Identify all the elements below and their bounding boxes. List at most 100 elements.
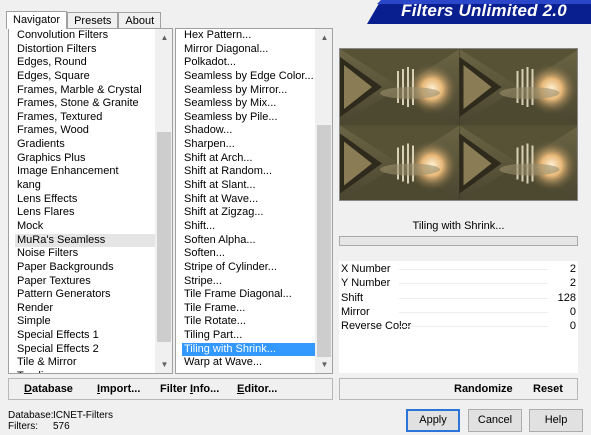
scroll-up-icon[interactable]: ▲ [316, 29, 333, 46]
filter-item[interactable]: Shadow... [176, 124, 315, 138]
category-item[interactable]: Frames, Textured [9, 111, 155, 125]
category-item[interactable]: Frames, Marble & Crystal [9, 84, 155, 98]
filter-item[interactable]: Shift at Slant... [176, 179, 315, 193]
parameter-slider[interactable] [399, 311, 548, 313]
category-item[interactable]: Graphics Plus [9, 152, 155, 166]
category-item[interactable]: Distortion Filters [9, 43, 155, 57]
filter-item[interactable]: Tile Rotate... [176, 315, 315, 329]
preview-artwork [340, 49, 577, 200]
parameter-value: 2 [569, 263, 576, 275]
preview-image [339, 48, 578, 201]
category-item[interactable]: Paper Backgrounds [9, 261, 155, 275]
database-label: Database: [8, 410, 54, 421]
filter-item[interactable]: Seamless by Edge Color... [176, 70, 315, 84]
parameter-value: 0 [569, 305, 576, 318]
category-item[interactable]: Edges, Square [9, 70, 155, 84]
editor-button[interactable]: Editor... [237, 383, 277, 395]
parameter-row[interactable]: Shift 128 [339, 291, 578, 305]
filter-item[interactable]: Warp at Wave... [176, 356, 315, 370]
category-item[interactable]: Special Effects 1 [9, 329, 155, 343]
filter-item[interactable]: Stripe... [176, 275, 315, 289]
filter-item[interactable]: Polkadot... [176, 56, 315, 70]
category-items: Convolution Filters Distortion Filters Edg… [9, 29, 155, 373]
filter-item[interactable]: Hex Pattern... [176, 29, 315, 43]
filter-item[interactable]: Tile Frame... [176, 302, 315, 316]
scroll-thumb[interactable] [317, 125, 331, 357]
filter-info-button[interactable]: Filter Info... [160, 383, 219, 395]
tab-bar: Navigator Presets About [6, 10, 162, 29]
parameter-name: X Number [341, 263, 391, 275]
category-item[interactable]: Mock [9, 220, 155, 234]
filter-item[interactable]: Stripe of Cylinder... [176, 261, 315, 275]
category-item[interactable]: Simple [9, 315, 155, 329]
filter-item[interactable]: Shift... [176, 220, 315, 234]
category-item[interactable]: Lens Effects [9, 193, 155, 207]
category-item[interactable]: Render [9, 302, 155, 316]
filter-item[interactable]: Sharpen... [176, 138, 315, 152]
parameter-row[interactable]: Y Number 2 [339, 276, 578, 290]
filter-item[interactable]: Soften Alpha... [176, 234, 315, 248]
reset-button[interactable]: Reset [533, 383, 563, 395]
parameter-slider[interactable] [399, 297, 548, 299]
filter-item[interactable]: Shift at Wave... [176, 193, 315, 207]
filter-item[interactable]: Tiling Part... [176, 329, 315, 343]
filters-count-value: 576 [53, 421, 70, 432]
title-banner: Filters Unlimited 2.0 [367, 0, 591, 24]
parameter-value: 128 [557, 291, 576, 304]
category-item[interactable]: Paper Textures [9, 275, 155, 289]
filter-item[interactable]: Seamless by Mix... [176, 97, 315, 111]
filter-item[interactable]: Soften... [176, 247, 315, 261]
category-item[interactable]: Frames, Stone & Granite [9, 97, 155, 111]
parameter-slider[interactable] [399, 269, 548, 270]
parameter-row[interactable]: Mirror 0 [339, 305, 578, 319]
parameter-value: 2 [569, 277, 576, 290]
category-item[interactable]: Frames, Wood [9, 124, 155, 138]
tab-presets[interactable]: Presets [67, 12, 119, 28]
scroll-thumb[interactable] [157, 132, 171, 342]
filter-item[interactable]: Seamless by Pile... [176, 111, 315, 125]
category-item[interactable]: Tile & Mirror [9, 356, 155, 370]
parameter-name: Shift [341, 291, 364, 304]
category-item[interactable]: Lens Flares [9, 206, 155, 220]
category-list[interactable]: Convolution Filters Distortion Filters Edg… [8, 28, 173, 374]
category-item[interactable]: Image Enhancement [9, 165, 155, 179]
tab-navigator[interactable]: Navigator [6, 11, 68, 29]
category-item[interactable]: Toadies [9, 370, 155, 373]
filter-item[interactable]: Shift at Zigzag... [176, 206, 315, 220]
tab-about[interactable]: About [118, 12, 162, 28]
category-scrollbar[interactable]: ▲ ▼ [155, 29, 172, 373]
help-button[interactable]: Help [529, 409, 583, 432]
parameter-slider[interactable] [399, 326, 548, 328]
randomize-button[interactable]: Randomize [454, 383, 513, 395]
category-item[interactable]: kang [9, 179, 155, 193]
category-item[interactable]: Noise Filters [9, 247, 155, 261]
parameter-name: Y Number [341, 277, 391, 290]
scroll-down-icon[interactable]: ▼ [156, 356, 173, 373]
category-item[interactable]: MuRa's Seamless [15, 233, 155, 248]
category-item[interactable]: Convolution Filters [9, 29, 155, 43]
filter-list[interactable]: Hex Pattern... Mirror Diagonal... Polkadot… [175, 28, 333, 374]
category-item[interactable]: Edges, Round [9, 56, 155, 70]
apply-button[interactable]: Apply [406, 409, 460, 432]
filter-item[interactable]: Tiling with Shrink... [182, 342, 315, 357]
filter-item[interactable]: Mirror Diagonal... [176, 43, 315, 57]
parameter-row[interactable]: Reverse Color 0 [339, 319, 578, 333]
category-item[interactable]: Pattern Generators [9, 288, 155, 302]
filter-item[interactable]: Shift at Arch... [176, 152, 315, 166]
filter-item[interactable]: Tile Frame Diagonal... [176, 288, 315, 302]
import-button[interactable]: Import... [97, 383, 140, 395]
scroll-down-icon[interactable]: ▼ [316, 356, 333, 373]
scroll-up-icon[interactable]: ▲ [156, 29, 173, 46]
parameter-row[interactable]: X Number 2 [339, 262, 578, 276]
filter-scrollbar[interactable]: ▲ ▼ [315, 29, 332, 373]
filter-item[interactable]: Shift at Random... [176, 165, 315, 179]
status-info: Database:ICNET-Filters Filters: 576 [8, 410, 113, 432]
parameter-slider[interactable] [399, 283, 548, 285]
parameter-name: Mirror [341, 305, 370, 318]
database-value: ICNET-Filters [53, 410, 113, 421]
database-button[interactable]: Database [24, 383, 73, 395]
filter-item[interactable]: Seamless by Mirror... [176, 84, 315, 98]
category-item[interactable]: Special Effects 2 [9, 343, 155, 357]
cancel-button[interactable]: Cancel [468, 409, 522, 432]
category-item[interactable]: Gradients [9, 138, 155, 152]
